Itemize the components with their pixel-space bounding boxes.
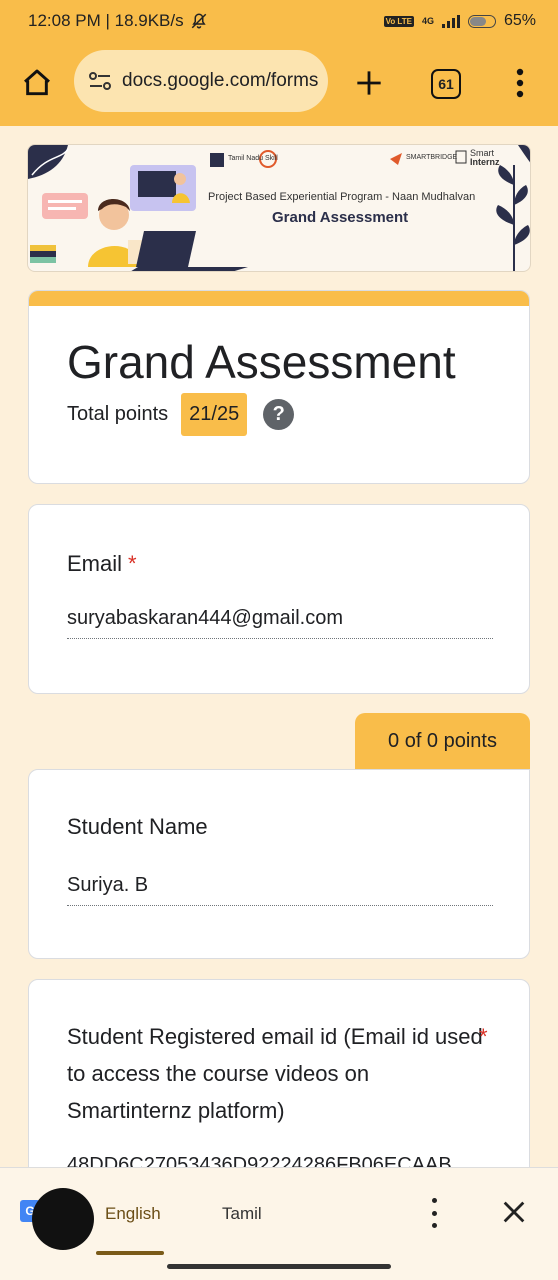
required-mark: * — [479, 1024, 488, 1049]
required-mark: * — [128, 551, 137, 576]
logo-naan-mudhalvan: Tamil Nadu Skill — [228, 155, 278, 162]
total-points-label: Total points — [67, 403, 169, 425]
logo-smartinternz: Smart Internz — [470, 149, 500, 167]
form-title: Grand Assessment — [67, 336, 456, 388]
email-label-text: Email — [67, 551, 123, 576]
help-icon[interactable]: ? — [263, 399, 295, 430]
total-points-row: Total points 21/25 ? — [67, 393, 295, 436]
plus-icon — [357, 71, 381, 95]
url-text: docs.google.com/forms — [122, 70, 319, 91]
status-bar: 12:08 PM | 18.9KB/s Vo LTE 4G 65% — [0, 0, 558, 42]
student-name-answer: Suriya. B — [67, 874, 493, 906]
form-header-banner: Tamil Nadu Skill SMARTBRIDGE Smart Inter… — [27, 144, 531, 272]
gesture-nav-bar[interactable] — [167, 1264, 391, 1269]
translate-menu-button[interactable] — [425, 1198, 443, 1228]
form-title-card: Grand Assessment Total points 21/25 ? — [28, 290, 530, 484]
more-vert-icon — [516, 68, 524, 98]
home-button[interactable] — [18, 64, 56, 102]
tab-count: 61 — [431, 69, 461, 99]
battery-icon — [467, 14, 496, 28]
menu-button[interactable] — [506, 64, 534, 102]
network-type: 4G — [421, 16, 434, 26]
question-points-tab: 0 of 0 points — [355, 713, 530, 769]
volte-icon: Vo LTE — [383, 15, 414, 27]
lang-option-english[interactable]: English — [105, 1204, 161, 1224]
banner-subtitle: Project Based Experiential Program - Naa… — [208, 191, 476, 203]
banner-title: Grand Assessment — [272, 209, 409, 226]
title-card-accent — [29, 291, 529, 306]
email-answer: suryabaskaran444@gmail.com — [67, 607, 493, 639]
translate-bar: G English Tamil — [0, 1167, 558, 1280]
site-settings-icon — [89, 72, 111, 90]
question-label-registered-email: Student Registered email id (Email id us… — [67, 1024, 483, 1123]
question-label-student-name: Student Name — [67, 814, 208, 839]
close-translate-button[interactable] — [500, 1198, 528, 1226]
home-icon — [24, 69, 50, 96]
lang-option-tamil[interactable]: Tamil — [222, 1204, 262, 1224]
question-card-email: Email * suryabaskaran444@gmail.com — [28, 504, 530, 694]
bell-off-icon — [191, 13, 206, 29]
logo-smartinternz-line2: Internz — [470, 157, 500, 167]
total-points-badge: 21/25 — [181, 393, 248, 436]
tab-switcher-button[interactable]: 61 — [428, 66, 464, 102]
battery-level: 65% — [503, 12, 536, 29]
signal-icon — [441, 14, 460, 28]
logo-smartbridge: SMARTBRIDGE — [406, 154, 458, 161]
question-card-student-name: Student Name Suriya. B — [28, 769, 530, 959]
redaction-blob — [32, 1188, 94, 1250]
browser-toolbar: docs.google.com/forms 61 — [0, 42, 558, 126]
close-icon — [503, 1201, 525, 1223]
selected-lang-indicator — [96, 1251, 164, 1255]
question-label-email: Email * — [67, 545, 137, 582]
status-time: 12:08 PM | 18.9KB/s — [28, 11, 184, 30]
url-bar[interactable]: docs.google.com/forms — [74, 50, 328, 112]
new-tab-button[interactable] — [352, 66, 386, 100]
